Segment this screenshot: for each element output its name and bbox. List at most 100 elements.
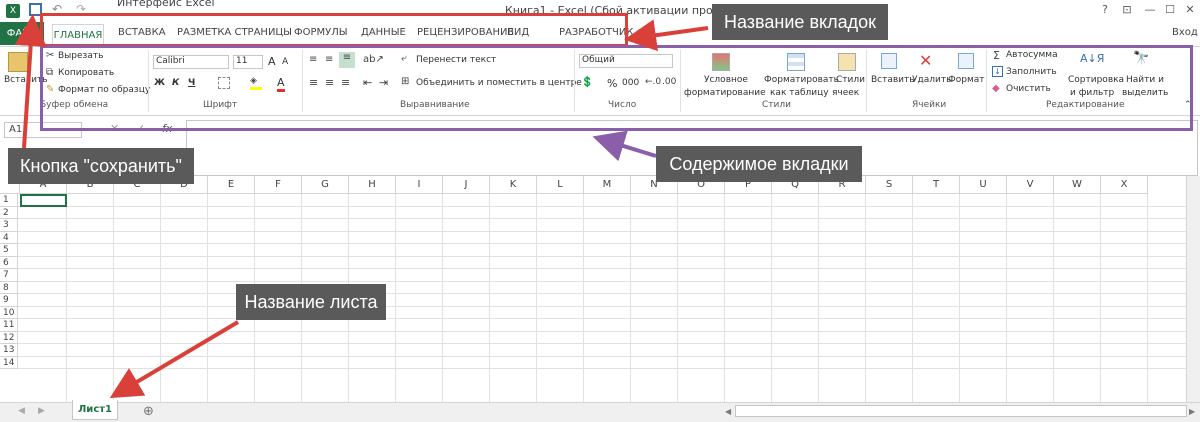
fill-button[interactable]: Заполнить bbox=[1006, 67, 1057, 77]
column-header[interactable]: R bbox=[819, 176, 866, 194]
row-header[interactable]: 10 bbox=[0, 306, 18, 319]
format-as-table-label1[interactable]: Форматировать bbox=[764, 75, 839, 85]
sheet-tab-sheet1[interactable]: Лист1 bbox=[72, 400, 118, 420]
scroll-right-icon[interactable]: ▶ bbox=[1189, 407, 1195, 416]
row-header[interactable]: 7 bbox=[0, 269, 18, 282]
tab-insert[interactable]: ВСТАВКА bbox=[118, 27, 166, 38]
column-header[interactable]: U bbox=[960, 176, 1007, 194]
row-header[interactable]: 11 bbox=[0, 319, 18, 332]
redo-icon[interactable]: ↷ bbox=[76, 2, 86, 16]
autosum-button[interactable]: Автосумма bbox=[1006, 50, 1058, 60]
increase-indent-icon[interactable]: ⇥ bbox=[379, 76, 388, 89]
active-cell[interactable] bbox=[20, 194, 67, 207]
scroll-left-icon[interactable]: ◀ bbox=[725, 407, 731, 416]
conditional-formatting-label2[interactable]: форматирование bbox=[684, 88, 766, 98]
font-name-select[interactable]: Calibri bbox=[153, 55, 229, 69]
column-header[interactable]: G bbox=[302, 176, 349, 194]
column-header[interactable]: S bbox=[866, 176, 913, 194]
sort-filter-label2[interactable]: и фильтр bbox=[1070, 88, 1114, 98]
column-header[interactable]: E bbox=[208, 176, 255, 194]
row-header[interactable]: 9 bbox=[0, 294, 18, 307]
percent-button[interactable]: % bbox=[607, 77, 617, 90]
cell-styles-label2[interactable]: ячеек bbox=[832, 88, 859, 98]
copy-button[interactable]: Копировать bbox=[58, 68, 114, 78]
tab-review[interactable]: РЕЦЕНЗИРОВАНИЕ bbox=[417, 27, 514, 38]
tab-data[interactable]: ДАННЫЕ bbox=[361, 27, 406, 38]
tab-developer[interactable]: РАЗРАБОТЧИК bbox=[559, 27, 633, 38]
underline-button[interactable]: Ч bbox=[188, 78, 195, 88]
minimize-button[interactable]: — bbox=[1140, 3, 1160, 16]
merge-center-button[interactable]: Объединить и поместить в центре bbox=[416, 78, 582, 88]
bold-button[interactable]: Ж bbox=[154, 78, 165, 88]
align-middle-icon[interactable]: ≡ bbox=[325, 54, 333, 65]
row-header[interactable]: 2 bbox=[0, 206, 18, 219]
row-header[interactable]: 4 bbox=[0, 231, 18, 244]
sort-filter-label1[interactable]: Сортировка bbox=[1068, 75, 1124, 85]
column-header[interactable]: B bbox=[67, 176, 114, 194]
column-header[interactable]: H bbox=[349, 176, 396, 194]
column-header[interactable]: I bbox=[396, 176, 443, 194]
save-icon[interactable] bbox=[29, 3, 42, 16]
maximize-button[interactable]: ☐ bbox=[1160, 3, 1180, 16]
decrease-indent-icon[interactable]: ⇤ bbox=[363, 76, 372, 89]
sign-in-link[interactable]: Вход bbox=[1172, 27, 1198, 38]
formula-input[interactable] bbox=[186, 120, 1198, 176]
column-header[interactable]: N bbox=[631, 176, 678, 194]
format-as-table-label2[interactable]: как таблицу bbox=[770, 88, 829, 98]
select-all-corner[interactable] bbox=[0, 176, 20, 194]
borders-icon[interactable] bbox=[218, 77, 230, 89]
undo-icon[interactable]: ↶ bbox=[52, 2, 62, 16]
align-center-icon[interactable]: ≡ bbox=[325, 76, 334, 89]
row-header[interactable]: 12 bbox=[0, 331, 18, 344]
next-sheet-icon[interactable]: ▶ bbox=[38, 406, 45, 416]
tab-view[interactable]: ВИД bbox=[507, 27, 529, 38]
close-button[interactable]: ✕ bbox=[1180, 3, 1200, 16]
number-format-select[interactable]: Общий bbox=[579, 54, 673, 68]
row-header[interactable]: 3 bbox=[0, 219, 18, 232]
font-size-select[interactable]: 11 bbox=[233, 55, 263, 69]
format-painter-button[interactable]: Формат по образцу bbox=[58, 85, 150, 95]
help-icon[interactable]: ? bbox=[1095, 3, 1115, 16]
font-color-button[interactable]: A bbox=[277, 76, 285, 92]
column-header[interactable]: P bbox=[725, 176, 772, 194]
align-top-icon[interactable]: ≡ bbox=[309, 54, 317, 65]
conditional-formatting-label1[interactable]: Условное bbox=[704, 75, 748, 85]
column-header[interactable]: T bbox=[913, 176, 960, 194]
font-shrink-button[interactable]: A bbox=[282, 57, 288, 67]
column-header[interactable]: F bbox=[255, 176, 302, 194]
align-right-icon[interactable]: ≡ bbox=[341, 76, 350, 89]
find-select-label1[interactable]: Найти и bbox=[1126, 75, 1164, 85]
vertical-scrollbar[interactable] bbox=[1186, 176, 1200, 402]
wrap-text-button[interactable]: Перенести текст bbox=[416, 55, 496, 65]
column-header[interactable]: C bbox=[114, 176, 161, 194]
align-bottom-icon[interactable]: ≡ bbox=[339, 52, 355, 68]
row-header[interactable]: 14 bbox=[0, 356, 18, 369]
ribbon-display-options-icon[interactable]: ⊡ bbox=[1117, 3, 1137, 16]
format-cells-button[interactable]: Формат bbox=[948, 75, 985, 85]
column-header[interactable]: W bbox=[1054, 176, 1101, 194]
insert-function-button[interactable]: fx bbox=[162, 122, 172, 135]
worksheet-grid[interactable]: A B C D E F G H I J K L M N O P Q R S T U V W X 1 2 3 4 5 6 7 8 9 10 11 12 1… bbox=[0, 176, 1186, 402]
fill-color-icon[interactable]: ◈ bbox=[250, 76, 262, 90]
cut-button[interactable]: Вырезать bbox=[58, 51, 103, 61]
prev-sheet-icon[interactable]: ◀ bbox=[18, 406, 25, 416]
row-header[interactable]: 5 bbox=[0, 244, 18, 257]
italic-button[interactable]: К bbox=[172, 78, 179, 88]
column-header[interactable]: D bbox=[161, 176, 208, 194]
row-header[interactable]: 13 bbox=[0, 344, 18, 357]
paste-button[interactable]: Вставить bbox=[4, 75, 48, 85]
enter-icon[interactable]: ✓ bbox=[136, 122, 145, 135]
tab-home[interactable]: ГЛАВНАЯ bbox=[52, 24, 104, 46]
paste-icon[interactable] bbox=[8, 52, 28, 72]
column-header[interactable]: X bbox=[1101, 176, 1148, 194]
cell-styles-label1[interactable]: Стили bbox=[836, 75, 865, 85]
column-header[interactable]: L bbox=[537, 176, 584, 194]
name-box[interactable]: A1 bbox=[4, 122, 82, 138]
column-header[interactable]: V bbox=[1007, 176, 1054, 194]
column-header[interactable]: M bbox=[584, 176, 631, 194]
row-header[interactable]: 6 bbox=[0, 256, 18, 269]
cancel-icon[interactable]: ✕ bbox=[110, 122, 119, 135]
row-header[interactable]: 1 bbox=[0, 194, 18, 207]
insert-cells-button[interactable]: Вставить bbox=[871, 75, 915, 85]
horizontal-scrollbar[interactable] bbox=[735, 405, 1187, 417]
